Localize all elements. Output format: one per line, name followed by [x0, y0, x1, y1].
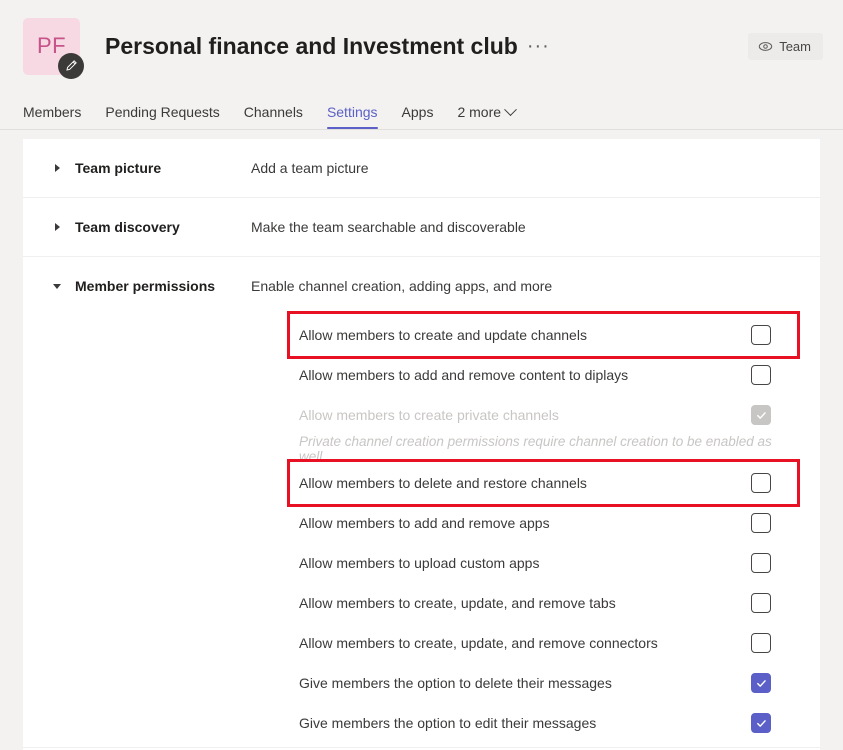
tab-label: Pending Requests — [105, 104, 220, 120]
section-member-permissions: Member permissions Enable channel creati… — [23, 257, 820, 748]
chevron-down-icon — [504, 102, 517, 116]
section-team-discovery: Team discovery Make the team searchable … — [23, 198, 820, 257]
settings-panel: Team picture Add a team picture Team dis… — [23, 139, 820, 750]
permission-checkbox[interactable] — [751, 325, 771, 345]
permission-row[interactable]: Allow members to add and remove content … — [299, 355, 771, 395]
permission-row[interactable]: Allow members to create, update, and rem… — [299, 623, 771, 663]
chevron-right-icon — [49, 223, 65, 231]
permission-label: Allow members to create, update, and rem… — [299, 635, 658, 651]
avatar[interactable]: PF — [23, 17, 84, 79]
chevron-down-icon — [49, 283, 65, 289]
permission-row[interactable]: Allow members to create and update chann… — [287, 311, 800, 359]
permission-row[interactable]: Allow members to add and remove apps — [299, 503, 771, 543]
section-description: Make the team searchable and discoverabl… — [251, 219, 526, 235]
permission-checkbox-disabled — [751, 405, 771, 425]
permission-label: Allow members to create and update chann… — [299, 327, 587, 343]
section-header-member-permissions[interactable]: Member permissions Enable channel creati… — [23, 257, 820, 315]
section-header-team-picture[interactable]: Team picture Add a team picture — [23, 139, 820, 197]
permission-row-disabled: Allow members to create private channels — [299, 395, 771, 435]
permission-label: Allow members to create, update, and rem… — [299, 595, 616, 611]
chevron-right-icon — [49, 164, 65, 172]
tab-label: Settings — [326, 104, 378, 120]
tab-label: Apps — [401, 104, 434, 120]
permission-checkbox[interactable] — [751, 713, 771, 733]
section-description: Enable channel creation, adding apps, an… — [251, 278, 553, 294]
permission-row[interactable]: Allow members to create, update, and rem… — [299, 583, 771, 623]
permission-list: Allow members to create and update chann… — [23, 311, 820, 747]
tab-settings[interactable]: Settings — [315, 104, 390, 129]
tab-apps[interactable]: Apps — [390, 104, 446, 129]
permission-label: Allow members to create private channels — [299, 407, 559, 423]
permission-checkbox[interactable] — [751, 593, 771, 613]
permission-checkbox[interactable] — [751, 473, 771, 493]
permission-label: Give members the option to edit their me… — [299, 715, 597, 731]
permission-checkbox[interactable] — [751, 553, 771, 573]
tab-channels[interactable]: Channels — [232, 104, 315, 129]
section-team-picture: Team picture Add a team picture — [23, 139, 820, 198]
tab-members[interactable]: Members — [23, 104, 93, 129]
pencil-icon — [64, 59, 78, 73]
avatar-edit-badge[interactable] — [58, 52, 84, 79]
permission-checkbox[interactable] — [751, 365, 771, 385]
permission-row[interactable]: Give members the option to delete their … — [299, 663, 771, 703]
permission-row[interactable]: Allow members to delete and restore chan… — [287, 459, 800, 507]
title-block: Personal finance and Investment club ··· — [105, 33, 748, 60]
permission-checkbox[interactable] — [751, 633, 771, 653]
tab-label: Channels — [243, 104, 303, 120]
section-description: Add a team picture — [251, 160, 369, 176]
team-visibility-button[interactable]: Team — [748, 32, 823, 60]
permission-note: Private channel creation permissions req… — [299, 434, 772, 464]
team-header: PF Personal finance and Investment club … — [0, 0, 843, 92]
tab-label: 2 more — [457, 104, 502, 120]
permission-label: Allow members to upload custom apps — [299, 555, 540, 571]
permission-label: Allow members to add and remove apps — [299, 515, 550, 531]
settings-tabbar: Members Pending Requests Channels Settin… — [0, 92, 843, 130]
section-title: Team discovery — [75, 219, 180, 235]
permission-row[interactable]: Allow members to upload custom apps — [299, 543, 771, 583]
section-title: Member permissions — [75, 278, 216, 294]
team-visibility-label: Team — [779, 38, 811, 54]
tab-pending-requests[interactable]: Pending Requests — [93, 104, 231, 129]
permission-checkbox[interactable] — [751, 513, 771, 533]
permission-label: Allow members to add and remove content … — [299, 367, 629, 383]
eye-icon — [758, 39, 773, 54]
permission-checkbox[interactable] — [751, 673, 771, 693]
more-options-icon[interactable]: ··· — [527, 36, 550, 56]
section-header-team-discovery[interactable]: Team discovery Make the team searchable … — [23, 198, 820, 256]
page-title: Personal finance and Investment club — [105, 32, 518, 59]
tab-label: Members — [23, 104, 82, 120]
section-title: Team picture — [75, 160, 162, 176]
permission-label: Give members the option to delete their … — [299, 675, 612, 691]
tab-more[interactable]: 2 more — [445, 102, 527, 129]
permission-row[interactable]: Give members the option to edit their me… — [299, 703, 771, 743]
permission-label: Allow members to delete and restore chan… — [299, 475, 587, 491]
